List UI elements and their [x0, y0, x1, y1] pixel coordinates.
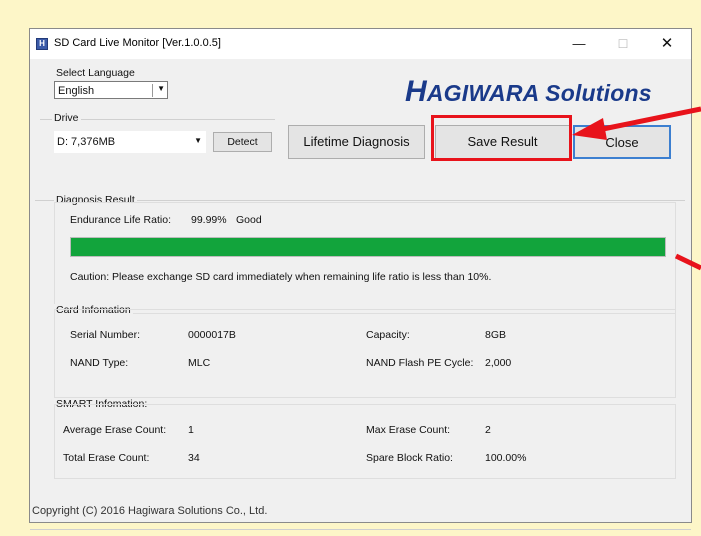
arrowhead-save [572, 118, 607, 140]
annotation-arrows [572, 106, 701, 271]
annotation-arrow-to-save [597, 106, 701, 133]
annotation-arrow-to-bar [674, 253, 701, 271]
